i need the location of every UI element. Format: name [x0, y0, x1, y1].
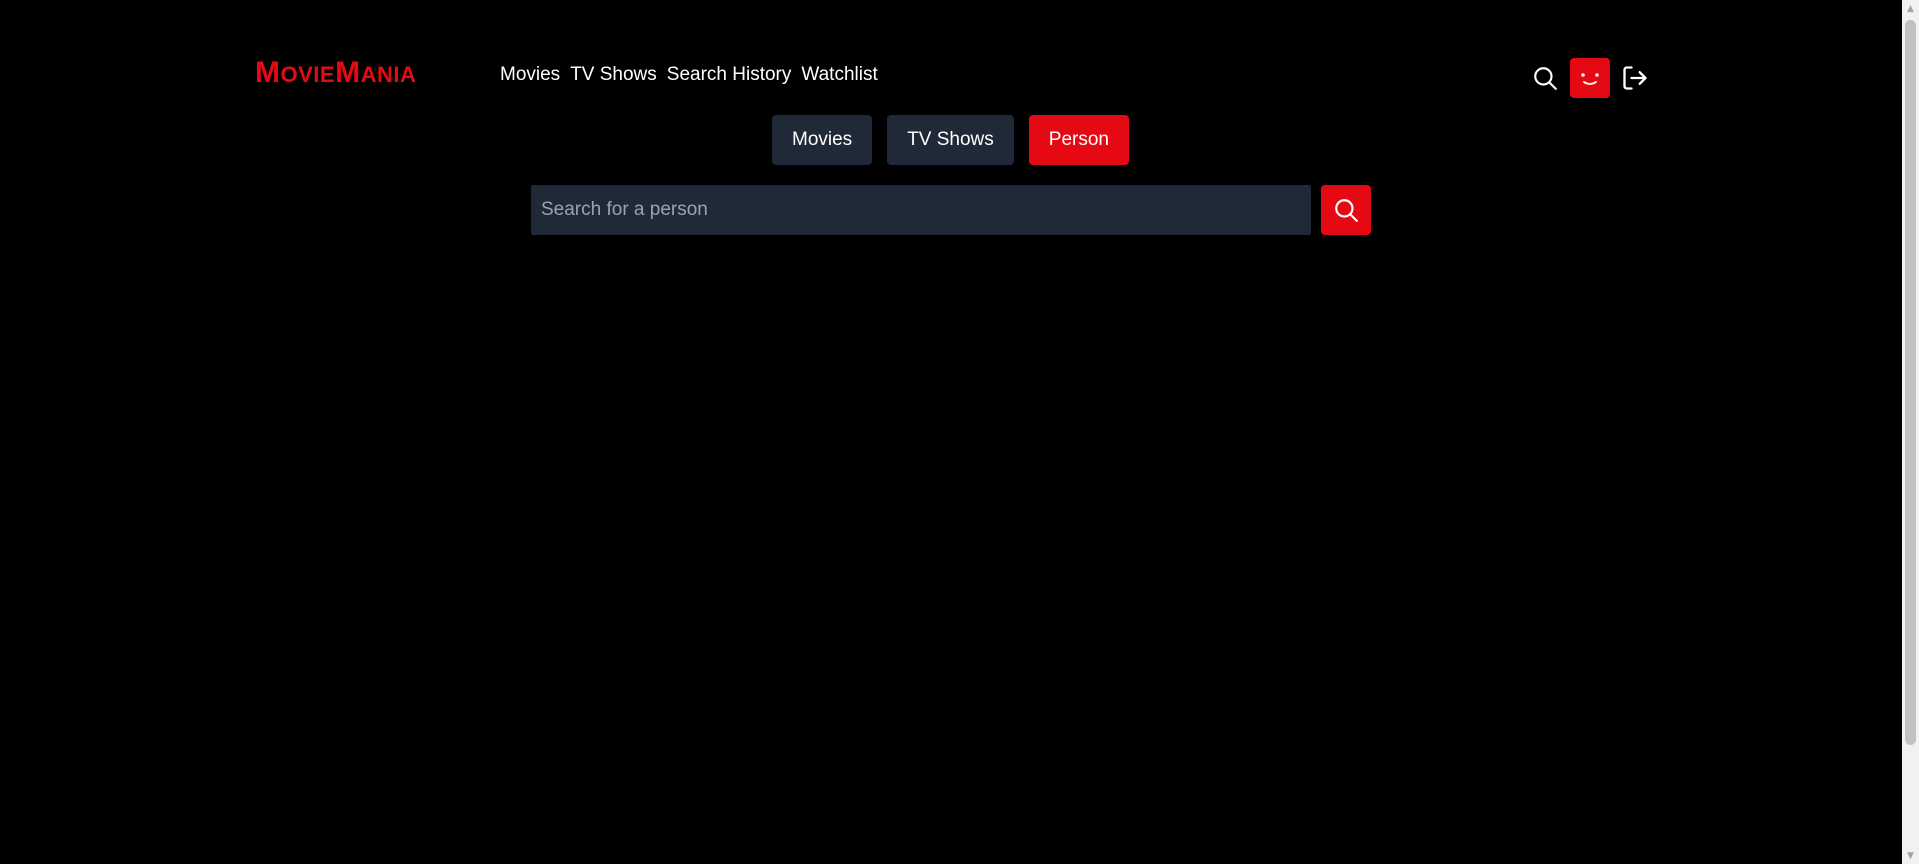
- search-button[interactable]: [1321, 185, 1371, 235]
- scroll-up-arrow-icon[interactable]: ▲: [1902, 0, 1919, 17]
- header-actions: [1530, 58, 1650, 98]
- scroll-down-arrow-icon[interactable]: ▼: [1902, 847, 1919, 864]
- logo-text: ovie: [280, 62, 336, 87]
- main-nav: Movies TV Shows Search History Watchlist: [500, 64, 878, 86]
- page: MovieMania Movies TV Shows Search Histor…: [0, 0, 1919, 864]
- nav-tv-shows[interactable]: TV Shows: [570, 64, 657, 86]
- tab-person[interactable]: Person: [1028, 115, 1129, 165]
- logout-icon[interactable]: [1620, 63, 1650, 93]
- logo[interactable]: MovieMania: [255, 56, 416, 90]
- nav-search-history[interactable]: Search History: [667, 64, 792, 86]
- avatar[interactable]: [1570, 58, 1610, 98]
- search-icon[interactable]: [1530, 63, 1560, 93]
- nav-watchlist[interactable]: Watchlist: [801, 64, 877, 86]
- vertical-scrollbar[interactable]: ▲ ▼: [1902, 0, 1919, 864]
- tab-tv-shows[interactable]: TV Shows: [887, 115, 1014, 165]
- logo-text: ania: [360, 62, 417, 87]
- search-icon: [1335, 199, 1358, 222]
- nav-movies[interactable]: Movies: [500, 64, 560, 86]
- tab-movies[interactable]: Movies: [772, 115, 873, 165]
- logo-letter: M: [255, 56, 281, 89]
- search-type-tabs: Movies TV Shows Person: [772, 115, 1129, 165]
- scrollbar-thumb[interactable]: [1905, 20, 1916, 745]
- smiley-icon: [1581, 73, 1599, 85]
- search-form: [531, 185, 1371, 235]
- logo-letter: M: [335, 56, 361, 89]
- search-input[interactable]: [531, 185, 1311, 235]
